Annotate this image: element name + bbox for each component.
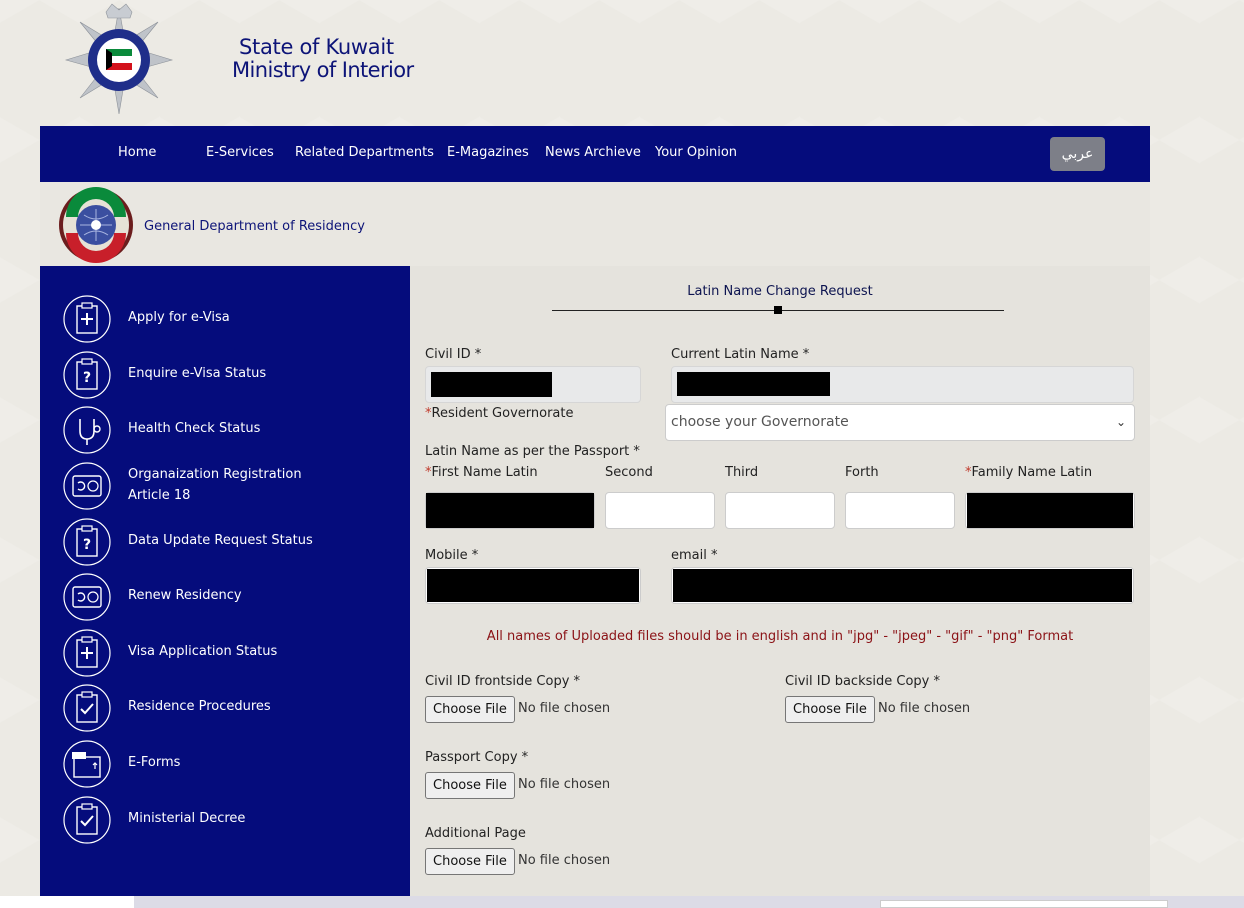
third-name-input[interactable] bbox=[725, 492, 835, 529]
bottom-bar-segment bbox=[0, 896, 134, 908]
progress-step-indicator bbox=[774, 306, 782, 314]
civil-id-back-choose-file-button[interactable]: Choose File bbox=[785, 696, 875, 723]
checked-document-icon bbox=[63, 684, 111, 732]
bottom-bar-field bbox=[880, 900, 1168, 908]
forth-name-input[interactable] bbox=[845, 492, 955, 529]
civil-id-front-file-status: No file chosen bbox=[518, 701, 611, 716]
redacted-family-name bbox=[967, 493, 1133, 528]
department-title: General Department of Residency bbox=[144, 219, 365, 234]
department-banner: General Department of Residency bbox=[40, 182, 1150, 266]
redacted-current-name bbox=[677, 372, 830, 396]
checked-document-icon bbox=[63, 796, 111, 844]
site-header: State of Kuwait Ministry of Interior bbox=[0, 0, 1244, 126]
sidebar-item-data-update-request-status[interactable]: ? Data Update Request Status bbox=[62, 516, 402, 568]
apply-document-icon bbox=[63, 295, 111, 343]
resident-governorate-label: *Resident Governorate bbox=[425, 406, 574, 421]
sidebar-item-label: Renew Residency bbox=[128, 588, 242, 603]
name-change-form: Latin Name Change Request Civil ID * Cur… bbox=[410, 266, 1150, 896]
civil-id-front-choose-file-button[interactable]: Choose File bbox=[425, 696, 515, 723]
passport-copy-file-status: No file chosen bbox=[518, 777, 611, 792]
redacted-first-name bbox=[426, 493, 594, 528]
passport-name-label: Latin Name as per the Passport * bbox=[425, 444, 640, 459]
state-title: State of Kuwait bbox=[239, 35, 394, 59]
passport-copy-choose-file-button[interactable]: Choose File bbox=[425, 772, 515, 799]
forth-name-label: Forth bbox=[845, 465, 879, 480]
additional-page-file-status: No file chosen bbox=[518, 853, 611, 868]
sidebar-item-enquire-e-visa-status[interactable]: ? Enquire e-Visa Status bbox=[62, 349, 402, 401]
form-title: Latin Name Change Request bbox=[687, 284, 873, 299]
question-document-icon: ? bbox=[63, 518, 111, 566]
sidebar-item-label: Ministerial Decree bbox=[128, 811, 246, 826]
third-name-label: Third bbox=[725, 465, 759, 480]
residency-department-logo bbox=[59, 187, 133, 263]
redacted-email bbox=[673, 569, 1132, 602]
chevron-down-icon: ⌄ bbox=[1115, 415, 1126, 429]
sidebar-item-label: Health Check Status bbox=[128, 421, 261, 436]
language-toggle-button[interactable]: عربي bbox=[1050, 137, 1105, 171]
second-name-label: Second bbox=[605, 465, 653, 480]
redacted-mobile bbox=[427, 569, 639, 602]
sidebar-item-label: Data Update Request Status bbox=[128, 533, 313, 548]
first-name-label: *First Name Latin bbox=[425, 465, 538, 480]
family-name-label: *Family Name Latin bbox=[965, 465, 1093, 480]
email-label: email * bbox=[671, 548, 718, 563]
nav-your-opinion[interactable]: Your Opinion bbox=[655, 145, 737, 160]
ministry-title: State of Kuwait Ministry of Interior bbox=[232, 36, 414, 82]
sidebar-item-e-forms[interactable]: E-Forms bbox=[62, 738, 402, 790]
upload-format-notice: All names of Uploaded files should be in… bbox=[486, 629, 1074, 644]
redacted-civil-id bbox=[431, 372, 552, 397]
second-name-input[interactable] bbox=[605, 492, 715, 529]
governorate-select-value: choose your Governorate bbox=[671, 414, 849, 430]
civil-id-back-label: Civil ID backside Copy * bbox=[785, 674, 940, 689]
svg-text:?: ? bbox=[83, 537, 91, 553]
sidebar-item-visa-application-status[interactable]: Visa Application Status bbox=[62, 627, 402, 679]
sidebar-item-renew-residency[interactable]: Renew Residency bbox=[62, 571, 402, 623]
sidebar-item-residence-procedures[interactable]: Residence Procedures bbox=[62, 682, 402, 734]
current-latin-name-label: Current Latin Name * bbox=[671, 347, 810, 362]
kuwait-police-logo bbox=[64, 3, 174, 115]
passport-copy-label: Passport Copy * bbox=[425, 750, 529, 765]
nav-e-services[interactable]: E-Services bbox=[206, 145, 274, 160]
stethoscope-icon bbox=[63, 406, 111, 454]
sidebar-item-label: Apply for e-Visa bbox=[128, 310, 230, 325]
civil-id-label: Civil ID * bbox=[425, 347, 482, 362]
sidebar-item-apply-e-visa[interactable]: Apply for e-Visa bbox=[62, 293, 402, 345]
registration-card-icon bbox=[63, 462, 111, 510]
civil-id-back-file-status: No file chosen bbox=[878, 701, 971, 716]
sidebar-item-label: Organaization Registration Article 18 bbox=[128, 464, 302, 506]
nav-news-archieve[interactable]: News Archieve bbox=[545, 145, 641, 160]
sidebar-item-label: Enquire e-Visa Status bbox=[128, 366, 267, 381]
main-nav: Home E-Services Related Departments E-Ma… bbox=[40, 126, 1150, 182]
governorate-select[interactable]: choose your Governorate ⌄ bbox=[665, 404, 1135, 441]
nav-e-magazines[interactable]: E-Magazines bbox=[447, 145, 529, 160]
sidebar-item-ministerial-decree[interactable]: Ministerial Decree bbox=[62, 794, 402, 846]
sidebar-item-label-line2: Article 18 bbox=[128, 488, 191, 503]
renew-card-icon bbox=[63, 573, 111, 621]
sidebar-item-label: Residence Procedures bbox=[128, 699, 271, 714]
svg-text:?: ? bbox=[83, 370, 91, 386]
nav-related-departments[interactable]: Related Departments bbox=[295, 145, 434, 160]
sidebar-item-label: E-Forms bbox=[128, 755, 181, 770]
apply-document-icon bbox=[63, 629, 111, 677]
mobile-label: Mobile * bbox=[425, 548, 479, 563]
ministry-name: Ministry of Interior bbox=[232, 58, 414, 82]
sidebar-item-health-check-status[interactable]: Health Check Status bbox=[62, 404, 402, 456]
sidebar-item-label-line1: Organaization Registration bbox=[128, 467, 302, 482]
additional-page-label: Additional Page bbox=[425, 826, 526, 841]
additional-page-choose-file-button[interactable]: Choose File bbox=[425, 848, 515, 875]
nav-home[interactable]: Home bbox=[118, 145, 156, 160]
eforms-icon bbox=[63, 740, 111, 788]
question-document-icon: ? bbox=[63, 351, 111, 399]
services-sidebar: Apply for e-Visa ? Enquire e-Visa Status… bbox=[40, 266, 410, 896]
sidebar-item-organization-registration[interactable]: Organaization Registration Article 18 bbox=[62, 460, 402, 512]
sidebar-item-label: Visa Application Status bbox=[128, 644, 278, 659]
civil-id-front-label: Civil ID frontside Copy * bbox=[425, 674, 581, 689]
